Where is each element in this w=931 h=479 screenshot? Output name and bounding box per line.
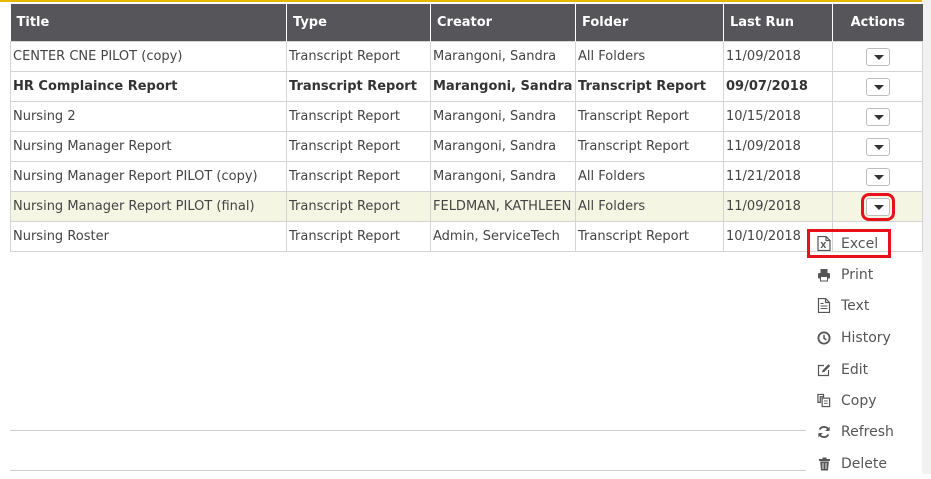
cell-folder: All Folders — [575, 191, 724, 222]
table-header-row: Title Type Creator Folder Last Run Actio… — [10, 4, 923, 42]
menu-item-delete[interactable]: Delete — [806, 448, 922, 479]
caret-down-icon — [873, 84, 884, 90]
caret-down-icon — [873, 174, 884, 180]
cell-title[interactable]: Nursing Roster — [10, 221, 287, 252]
cell-creator: Marangoni, Sandra — [430, 71, 576, 102]
column-header-folder[interactable]: Folder — [575, 4, 724, 42]
menu-item-label: Print — [841, 266, 874, 283]
cell-type: Transcript Report — [286, 71, 431, 102]
cell-actions — [832, 191, 923, 222]
text-file-icon — [817, 298, 831, 313]
cell-creator: Marangoni, Sandra — [430, 41, 576, 72]
cell-creator: Marangoni, Sandra — [430, 131, 576, 162]
menu-item-label: Copy — [841, 392, 877, 409]
cell-actions — [832, 101, 923, 132]
svg-text:X: X — [820, 241, 827, 250]
top-accent-bar — [0, 0, 931, 2]
cell-title[interactable]: Nursing 2 — [10, 101, 287, 132]
menu-item-excel[interactable]: X Excel — [806, 228, 922, 259]
divider — [10, 470, 806, 471]
cell-folder: All Folders — [575, 161, 724, 192]
print-icon — [817, 268, 831, 282]
cell-last-run: 10/15/2018 — [723, 101, 833, 132]
cell-title[interactable]: Nursing Manager Report PILOT (copy) — [10, 161, 287, 192]
edit-icon — [817, 363, 831, 377]
menu-item-label: Excel — [841, 235, 879, 252]
cell-title[interactable]: Nursing Manager Report — [10, 131, 287, 162]
cell-creator: Admin, ServiceTech — [430, 221, 576, 252]
caret-down-icon — [873, 204, 884, 210]
menu-item-print[interactable]: Print — [806, 259, 922, 290]
cell-type: Transcript Report — [286, 101, 431, 132]
cell-last-run: 11/21/2018 — [723, 161, 833, 192]
cell-last-run: 11/09/2018 — [723, 41, 833, 72]
menu-item-label: Delete — [841, 455, 887, 472]
menu-item-label: Text — [841, 297, 870, 314]
trash-icon — [817, 457, 831, 471]
actions-dropdown-button[interactable] — [865, 137, 890, 156]
cell-title[interactable]: CENTER CNE PILOT (copy) — [10, 41, 287, 72]
cell-creator: Marangoni, Sandra — [430, 161, 576, 192]
caret-down-icon — [873, 54, 884, 60]
menu-item-refresh[interactable]: Refresh — [806, 416, 922, 447]
cell-folder: All Folders — [575, 41, 724, 72]
menu-item-label: Edit — [841, 361, 869, 378]
table-row: HR Complaince Report Transcript Report M… — [10, 71, 923, 102]
history-icon — [817, 331, 831, 345]
cell-title[interactable]: Nursing Manager Report PILOT (final) — [10, 191, 287, 222]
cell-folder: Transcript Report — [575, 221, 724, 252]
table-row: Nursing Roster Transcript Report Admin, … — [10, 221, 923, 252]
cell-folder: Transcript Report — [575, 131, 724, 162]
table-row: Nursing Manager Report Transcript Report… — [10, 131, 923, 162]
actions-dropdown-button-open[interactable] — [860, 192, 895, 221]
copy-icon — [817, 393, 831, 408]
cell-type: Transcript Report — [286, 221, 431, 252]
cell-creator: Marangoni, Sandra — [430, 101, 576, 132]
table-row: Nursing 2 Transcript Report Marangoni, S… — [10, 101, 923, 132]
cell-type: Transcript Report — [286, 41, 431, 72]
menu-item-label: History — [841, 329, 891, 346]
cell-last-run: 09/07/2018 — [723, 71, 833, 102]
scroll-track[interactable] — [922, 0, 931, 474]
actions-dropdown-button[interactable] — [865, 167, 890, 186]
actions-dropdown-button[interactable] — [865, 107, 890, 126]
column-header-last-run[interactable]: Last Run — [723, 4, 833, 42]
actions-dropdown-button[interactable] — [865, 77, 890, 96]
actions-dropdown-button[interactable] — [865, 47, 890, 66]
menu-item-edit[interactable]: Edit — [806, 354, 922, 385]
cell-actions — [832, 161, 923, 192]
refresh-icon — [817, 425, 831, 439]
menu-item-label: Refresh — [841, 423, 894, 440]
menu-item-copy[interactable]: Copy — [806, 385, 922, 416]
table-row: Nursing Manager Report PILOT (copy) Tran… — [10, 161, 923, 192]
cell-actions — [832, 41, 923, 72]
cell-creator: FELDMAN, KATHLEEN — [430, 191, 576, 222]
divider — [10, 430, 806, 431]
cell-type: Transcript Report — [286, 131, 431, 162]
cell-title[interactable]: HR Complaince Report — [10, 71, 287, 102]
reports-table: Title Type Creator Folder Last Run Actio… — [10, 4, 923, 252]
cell-actions — [832, 131, 923, 162]
excel-icon: X — [817, 236, 831, 251]
menu-item-history[interactable]: History — [806, 322, 922, 353]
column-header-creator[interactable]: Creator — [430, 4, 576, 42]
column-header-title[interactable]: Title — [10, 4, 287, 42]
caret-down-icon — [873, 114, 884, 120]
cell-last-run: 11/09/2018 — [723, 191, 833, 222]
table-row: CENTER CNE PILOT (copy) Transcript Repor… — [10, 41, 923, 72]
caret-down-icon — [873, 144, 884, 150]
cell-folder: Transcript Report — [575, 101, 724, 132]
column-header-type[interactable]: Type — [286, 4, 431, 42]
cell-actions — [832, 71, 923, 102]
menu-item-text[interactable]: Text — [806, 290, 922, 321]
cell-type: Transcript Report — [286, 161, 431, 192]
table-row-selected: Nursing Manager Report PILOT (final) Tra… — [10, 191, 923, 222]
cell-folder: Transcript Report — [575, 71, 724, 102]
column-header-actions: Actions — [832, 4, 923, 42]
cell-last-run: 11/09/2018 — [723, 131, 833, 162]
cell-type: Transcript Report — [286, 191, 431, 222]
